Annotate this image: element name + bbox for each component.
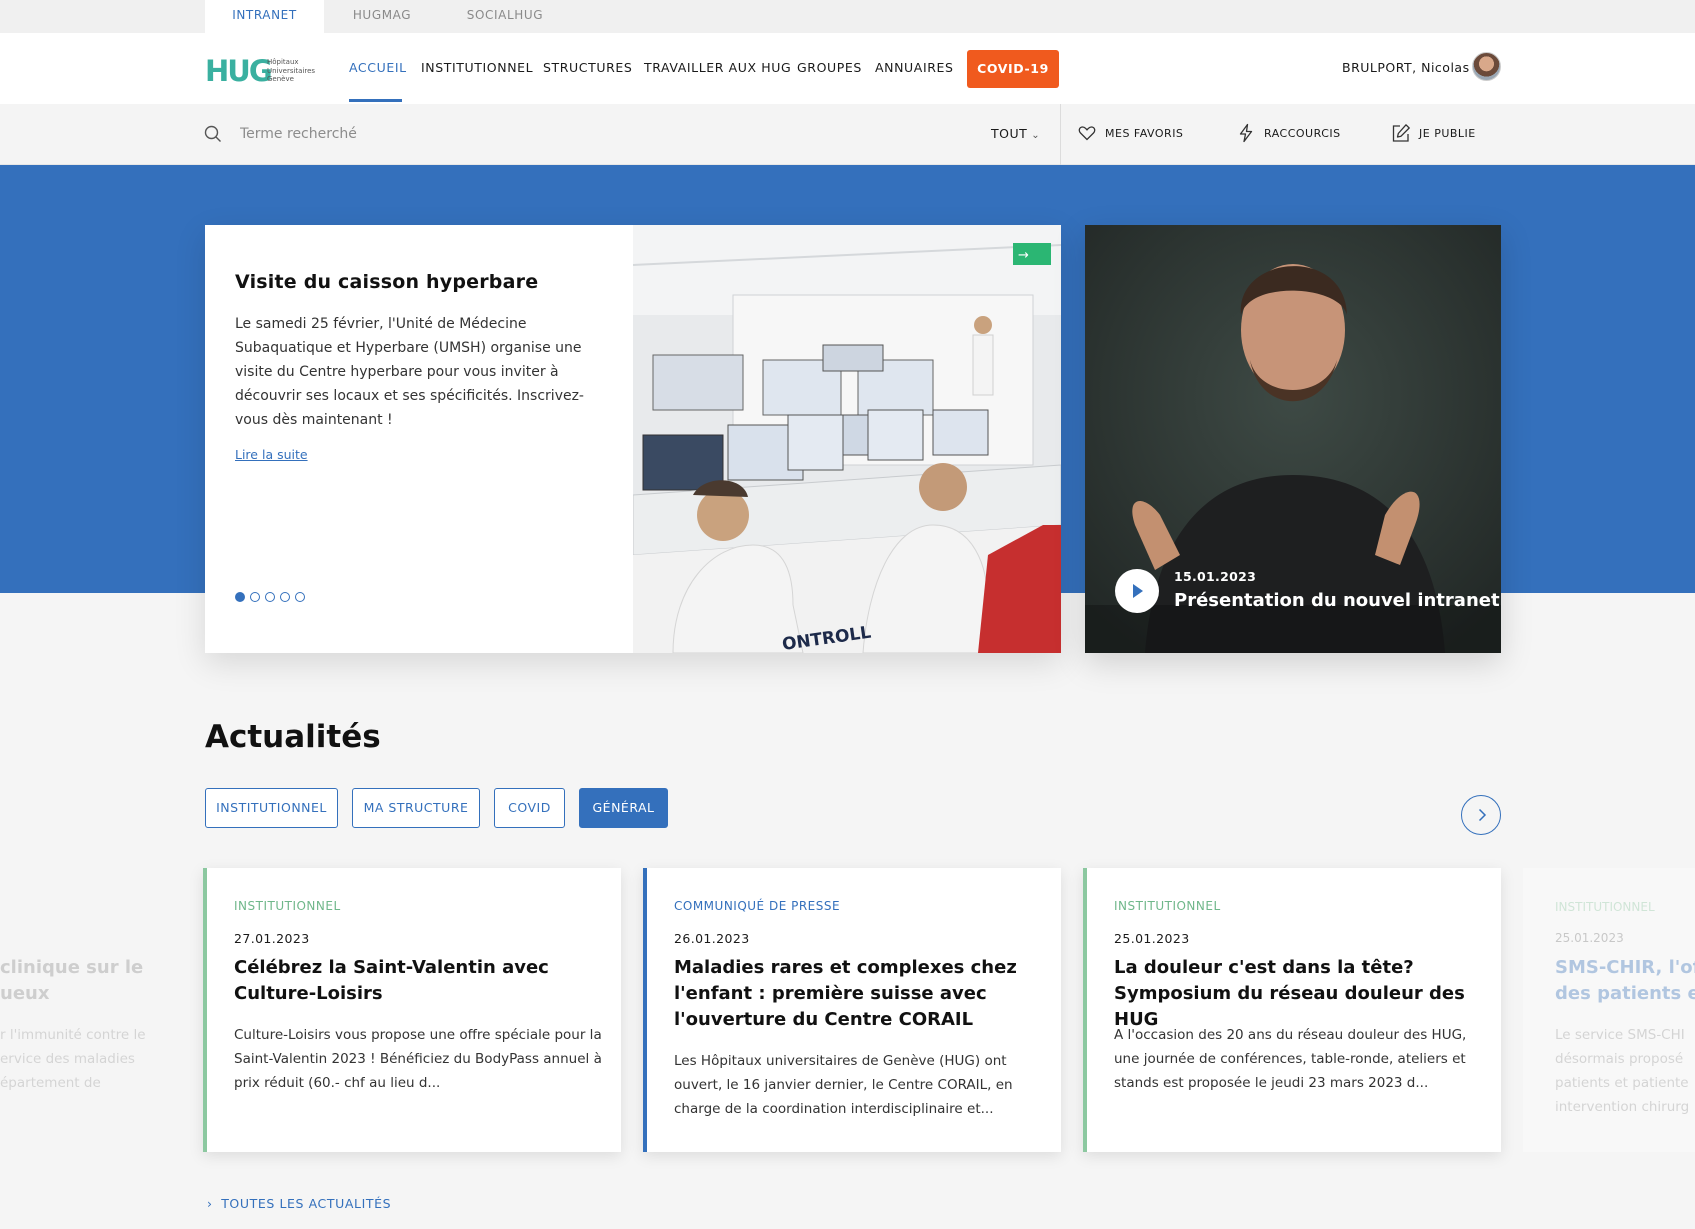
- featured-slider: Visite du caisson hyperbare Le samedi 25…: [205, 225, 1061, 653]
- partial-card-title: clinique sur le: [0, 957, 144, 978]
- news-card[interactable]: INSTITUTIONNEL 25.01.2023 La douleur c'e…: [1083, 868, 1501, 1152]
- slider-pagination: [235, 592, 310, 604]
- slider-dot-2[interactable]: [250, 592, 260, 602]
- chevron-right-icon: ›: [207, 1196, 213, 1211]
- news-excerpt: Culture-Loisirs vous propose une offre s…: [234, 1027, 602, 1091]
- category-accent-bar: [1083, 868, 1087, 1152]
- news-card[interactable]: INSTITUTIONNEL 27.01.2023 Célébrez la Sa…: [203, 868, 621, 1152]
- partial-card-excerpt: intervention chirurg: [1555, 1099, 1690, 1115]
- chevron-down-icon: ⌄: [1031, 130, 1041, 141]
- video-date: 15.01.2023: [1174, 569, 1257, 584]
- search-scope-select[interactable]: TOUT ⌄: [991, 126, 1040, 141]
- hyperbaric-control-room-image: → ONTROLL: [633, 225, 1061, 653]
- carousel-next-button[interactable]: [1461, 795, 1501, 835]
- all-news-label: TOUTES LES ACTUALITÉS: [221, 1196, 392, 1211]
- news-date: 25.01.2023: [1114, 931, 1190, 946]
- quick-link-label: RACCOURCIS: [1264, 127, 1341, 140]
- filter-institutionnel[interactable]: INSTITUTIONNEL: [205, 788, 338, 828]
- nav-active-indicator: [349, 99, 402, 102]
- news-excerpt: Les Hôpitaux universitaires de Genève (H…: [674, 1053, 1013, 1117]
- hug-logo[interactable]: HUG Hôpitaux Universitaires Genève: [205, 56, 325, 86]
- partial-card-title: des patients et: [1555, 983, 1695, 1004]
- news-category: INSTITUTIONNEL: [1114, 899, 1221, 913]
- partial-card-excerpt: Le service SMS-CHI: [1555, 1027, 1685, 1043]
- news-excerpt: A l'occasion des 20 ans du réseau douleu…: [1114, 1027, 1467, 1091]
- nav-structures[interactable]: STRUCTURES: [543, 60, 632, 75]
- avatar[interactable]: [1472, 52, 1501, 81]
- filter-covid[interactable]: COVID: [494, 788, 565, 828]
- search-bar: TOUT⌄ MES FAVORIS RACCOURCIS JE PUBLIE: [0, 104, 1695, 165]
- news-section-title: Actualités: [205, 719, 381, 755]
- news-date: 27.01.2023: [234, 931, 310, 946]
- slider-dot-5[interactable]: [295, 592, 305, 602]
- edit-icon: [1392, 124, 1410, 142]
- news-title[interactable]: Célébrez la Saint-Valentin avec Culture-…: [234, 955, 604, 1007]
- news-card[interactable]: COMMUNIQUÉ DE PRESSE 26.01.2023 Maladies…: [643, 868, 1061, 1152]
- news-card-partial-right[interactable]: INSTITUTIONNEL 25.01.2023 SMS-CHIR, l'of…: [1523, 868, 1695, 1152]
- video-card[interactable]: 15.01.2023 Présentation du nouvel intran…: [1085, 225, 1501, 653]
- partial-card-excerpt: r l'immunité contre le: [0, 1027, 146, 1043]
- category-accent-bar: [643, 868, 647, 1152]
- search-scope-label: TOUT: [991, 126, 1028, 141]
- svg-text:→: →: [1018, 248, 1029, 263]
- divider: [1060, 104, 1061, 165]
- read-more-link[interactable]: Lire la suite: [235, 447, 308, 462]
- lightning-icon: [1239, 123, 1253, 143]
- partial-card-title: SMS-CHIR, l'off: [1555, 957, 1695, 978]
- partial-card-excerpt: épartement de: [0, 1075, 101, 1091]
- heart-icon: [1078, 126, 1096, 141]
- news-category: COMMUNIQUÉ DE PRESSE: [674, 899, 841, 913]
- tab-hugmag[interactable]: HUGMAG: [324, 0, 440, 33]
- tab-socialhug[interactable]: SOCIALHUG: [440, 0, 570, 33]
- search-input[interactable]: [240, 122, 940, 146]
- chevron-right-icon: [1478, 808, 1487, 822]
- news-title[interactable]: La douleur c'est dans la tête? Symposium…: [1114, 955, 1484, 1033]
- video-title: Présentation du nouvel intranet: [1174, 590, 1500, 611]
- logo-mark: HUG: [205, 54, 273, 88]
- partial-card-excerpt: ervice des maladies: [0, 1051, 135, 1067]
- nav-institutionnel[interactable]: INSTITUTIONNEL: [421, 60, 533, 75]
- category-accent-bar: [203, 868, 207, 1152]
- nav-groupes[interactable]: GROUPES: [797, 60, 862, 75]
- filter-ma-structure[interactable]: MA STRUCTURE: [352, 788, 480, 828]
- nav-travailler-aux-hug[interactable]: TRAVAILLER AUX HUG: [644, 60, 791, 75]
- search-icon[interactable]: [204, 125, 222, 143]
- slider-dot-3[interactable]: [265, 592, 275, 602]
- news-card-partial-left[interactable]: clinique sur le ueux r l'immunité contre…: [0, 868, 180, 1152]
- quick-link-label: JE PUBLIE: [1419, 127, 1476, 140]
- main-header: HUG Hôpitaux Universitaires Genève ACCUE…: [0, 33, 1695, 104]
- slider-dot-1[interactable]: [235, 592, 245, 602]
- all-news-link[interactable]: › TOUTES LES ACTUALITÉS: [207, 1196, 391, 1211]
- partial-card-category: INSTITUTIONNEL: [1555, 900, 1655, 914]
- nav-annuaires[interactable]: ANNUAIRES: [875, 60, 954, 75]
- user-name[interactable]: BRULPORT, Nicolas: [1342, 60, 1470, 75]
- nav-accueil[interactable]: ACCUEIL: [349, 60, 407, 75]
- top-site-switcher: INTRANET HUGMAG SOCIALHUG: [0, 0, 1695, 33]
- logo-subtitle: Hôpitaux Universitaires Genève: [267, 58, 316, 83]
- partial-card-excerpt: patients et patiente: [1555, 1075, 1689, 1091]
- quick-link-label: MES FAVORIS: [1105, 127, 1184, 140]
- news-date: 26.01.2023: [674, 931, 750, 946]
- featured-title: Visite du caisson hyperbare: [235, 271, 539, 293]
- filter-general[interactable]: GÉNÉRAL: [579, 788, 668, 828]
- hyperbaric-illustration: → ONTROLL: [633, 225, 1061, 653]
- slider-dot-4[interactable]: [280, 592, 290, 602]
- news-category: INSTITUTIONNEL: [234, 899, 341, 913]
- news-title[interactable]: Maladies rares et complexes chez l'enfan…: [674, 955, 1044, 1033]
- covid-button[interactable]: COVID-19: [967, 50, 1059, 88]
- partial-card-excerpt: désormais proposé: [1555, 1051, 1684, 1067]
- featured-text: Le samedi 25 février, l'Unité de Médecin…: [235, 316, 584, 428]
- play-button[interactable]: [1115, 569, 1159, 613]
- tab-intranet[interactable]: INTRANET: [205, 0, 324, 33]
- partial-card-date: 25.01.2023: [1555, 931, 1624, 945]
- partial-card-title: ueux: [0, 983, 50, 1004]
